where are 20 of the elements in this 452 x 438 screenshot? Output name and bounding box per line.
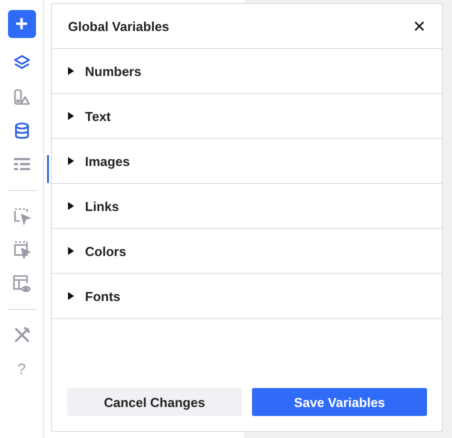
layout-preview-icon: [12, 274, 32, 294]
tools-icon: [12, 326, 30, 344]
caret-icon: [68, 157, 74, 165]
shapes-icon: [12, 88, 30, 106]
cancel-button[interactable]: Cancel Changes: [67, 388, 242, 416]
caret-icon: [68, 247, 74, 255]
list-icon: [14, 158, 30, 172]
database-icon: [14, 122, 30, 140]
selection-indicator: [47, 155, 49, 183]
caret-icon: [68, 292, 74, 300]
selection-cursor-icon: [12, 207, 30, 225]
layers-icon: [12, 54, 30, 72]
caret-icon: [68, 202, 74, 210]
close-button[interactable]: ✕: [410, 14, 428, 38]
selection-cursor-icon: [12, 241, 30, 259]
add-button[interactable]: +: [8, 10, 36, 38]
caret-icon: [68, 67, 74, 75]
dialog-title: Global Variables: [68, 18, 170, 34]
save-button[interactable]: Save Variables: [252, 388, 427, 416]
caret-icon: [68, 112, 74, 120]
